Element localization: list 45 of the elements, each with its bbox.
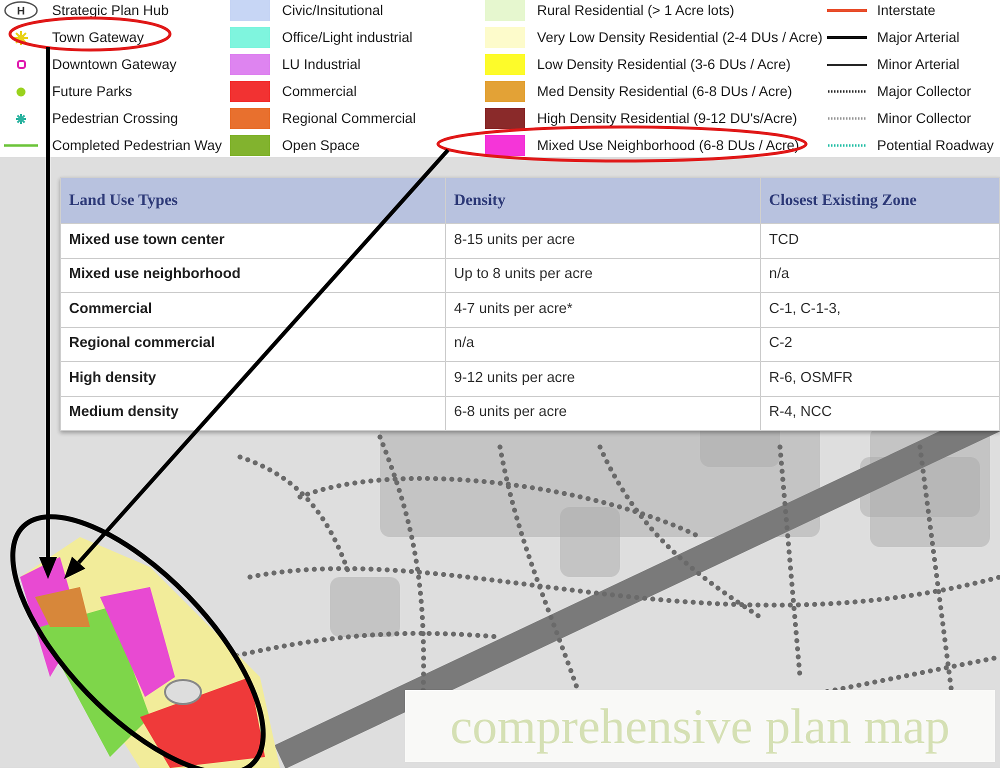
legend-label: Strategic Plan Hub xyxy=(52,1,169,20)
legend-label: Commercial xyxy=(282,82,357,101)
table-cell: 9-12 units per acre xyxy=(446,362,760,396)
legend-label: Med Density Residential (6-8 DUs / Acre) xyxy=(537,82,792,101)
table-cell: Commercial xyxy=(60,292,446,327)
table-cell: TCD xyxy=(760,224,1000,258)
table-cell: C-1, C-1-3, xyxy=(760,292,1000,327)
table-cell: n/a xyxy=(446,327,760,362)
table-cell: High density xyxy=(60,362,446,396)
table-cell: Mixed use neighborhood xyxy=(60,258,446,292)
column-header: Density xyxy=(446,178,760,224)
legend-label: Completed Pedestrian Way xyxy=(52,136,222,155)
legend-label: Office/Light industrial xyxy=(282,28,412,47)
legend-label: Major Arterial xyxy=(877,28,960,47)
table-cell: 6-8 units per acre xyxy=(446,396,760,430)
table-cell: 4-7 units per acre* xyxy=(446,292,760,327)
table-cell: R-4, NCC xyxy=(760,396,1000,430)
table-cell: n/a xyxy=(760,258,1000,292)
legend-label: Regional Commercial xyxy=(282,109,416,128)
legend-label: Town Gateway xyxy=(52,28,144,47)
legend-label: Downtown Gateway xyxy=(52,55,177,74)
legend-label: LU Industrial xyxy=(282,55,361,74)
legend-label: Civic/Insitutional xyxy=(282,1,384,20)
legend-label: Open Space xyxy=(282,136,360,155)
legend-label: Minor Collector xyxy=(877,109,972,128)
h-marker: H xyxy=(4,1,38,20)
legend-label: Future Parks xyxy=(52,82,132,101)
table-cell: Medium density xyxy=(60,396,446,430)
legend-label: High Density Residential (9-12 DU's/Acre) xyxy=(537,109,798,128)
table-cell: Up to 8 units per acre xyxy=(446,258,760,292)
legend-label: Interstate xyxy=(877,1,936,20)
legend-label: Very Low Density Residential (2-4 DUs / Acre) xyxy=(537,28,823,47)
legend-label: Potential Roadway xyxy=(877,136,994,155)
legend-label: Rural Residential (> 1 Acre lots) xyxy=(537,1,734,20)
column-header: Land Use Types xyxy=(60,178,446,224)
table-cell: Mixed use town center xyxy=(60,224,446,258)
legend-label: Minor Arterial xyxy=(877,55,960,74)
table-cell: R-6, OSMFR xyxy=(760,362,1000,396)
legend-label: Major Collector xyxy=(877,82,972,101)
table-cell: Regional commercial xyxy=(60,327,446,362)
column-header: Closest Existing Zone xyxy=(760,178,1000,224)
legend-label: Low Density Residential (3-6 DUs / Acre) xyxy=(537,55,791,74)
legend-label: Pedestrian Crossing xyxy=(52,109,178,128)
table-cell: C-2 xyxy=(760,327,1000,362)
table-cell: 8-15 units per acre xyxy=(446,224,760,258)
